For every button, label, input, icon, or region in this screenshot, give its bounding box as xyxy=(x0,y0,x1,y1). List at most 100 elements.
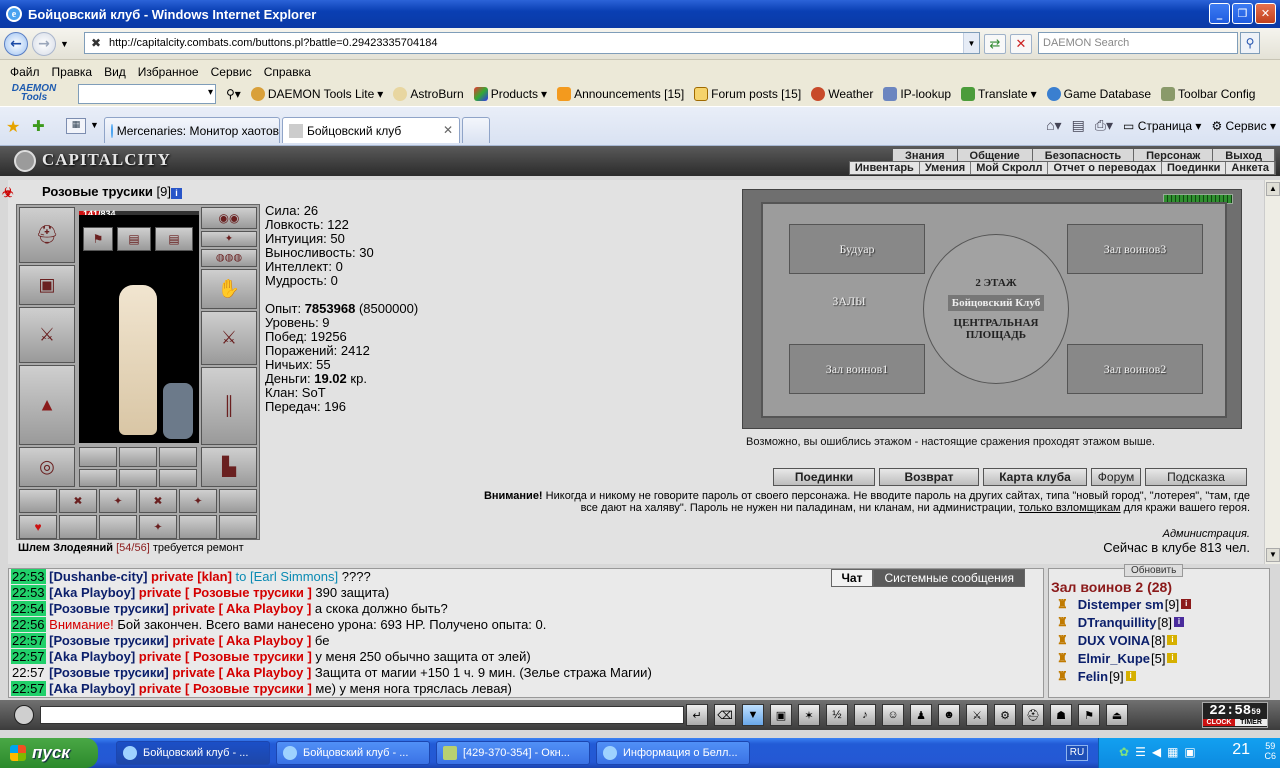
taskbar-item[interactable]: [429-370-354] - Окн... xyxy=(436,741,590,765)
belt-item-slot[interactable] xyxy=(79,447,117,467)
nav-inventory[interactable]: Инвентарь xyxy=(850,162,920,174)
toolbar-item-products[interactable]: Products ▾ xyxy=(473,87,547,101)
nav-transfer-report[interactable]: Отчет о переводах xyxy=(1048,162,1163,174)
tab-system-messages[interactable]: Системные сообщения xyxy=(873,569,1025,587)
belt-slot[interactable]: ◎ xyxy=(19,447,75,487)
smile-icon[interactable]: ☺ xyxy=(882,704,904,726)
private-message-icon[interactable]: ♜ xyxy=(1057,597,1068,611)
refresh-button[interactable]: ⇄ xyxy=(984,34,1006,54)
helmet-slot[interactable]: ⛑ xyxy=(19,207,75,263)
stop-button[interactable]: ✕ xyxy=(1010,34,1032,54)
chat-time[interactable]: 22:56 xyxy=(11,617,46,632)
info-icon[interactable]: i xyxy=(171,188,182,199)
forward-button[interactable]: → xyxy=(32,31,56,56)
scroll-slot[interactable] xyxy=(99,515,137,539)
scroll-slot[interactable] xyxy=(219,515,257,539)
return-button[interactable]: Возврат xyxy=(879,468,979,486)
toolbar-item-toolbar-config[interactable]: Toolbar Config xyxy=(1161,87,1255,101)
chat-private-target[interactable]: private [ Розовые трусики ] xyxy=(135,681,312,696)
room-warriors-hall-2[interactable]: Зал воинов2 xyxy=(1067,344,1203,394)
user-info-icon[interactable]: i xyxy=(1173,617,1184,627)
weapon-left-slot[interactable]: ⚔ xyxy=(19,307,75,363)
toolbar-item-astroburn[interactable]: AstroBurn xyxy=(393,87,464,101)
belt-item-slot[interactable] xyxy=(159,469,197,487)
chat-time[interactable]: 22:53 xyxy=(11,569,46,584)
search-input[interactable]: DAEMON Search xyxy=(1038,32,1238,54)
character-name[interactable]: ☣ Розовые трусики [9] i xyxy=(2,184,182,200)
room-halls-exit[interactable]: ЗАЛЫ xyxy=(789,292,909,310)
group-icon[interactable]: ☗ xyxy=(1050,704,1072,726)
menu-tools[interactable]: Сервис xyxy=(205,65,258,79)
user-nick[interactable]: DTranquillity xyxy=(1078,615,1157,630)
room-boudoir[interactable]: Будуар xyxy=(789,224,925,274)
helmet-icon[interactable]: ⛑ xyxy=(1022,704,1044,726)
rings-slot[interactable]: ◍◍◍ xyxy=(201,249,257,267)
toolbar-item-ip-lookup[interactable]: IP-lookup xyxy=(883,87,951,101)
toolbar-item-daemon-tools-lite[interactable]: DAEMON Tools Lite ▾ xyxy=(250,87,383,101)
page-scrollbar[interactable]: ▲ ▼ xyxy=(1264,180,1280,564)
hackers-link[interactable]: только взломщикам xyxy=(1019,502,1121,514)
add-favorite-icon[interactable]: ✚ xyxy=(32,117,45,135)
chat-nick[interactable]: [Aka Playboy] xyxy=(49,585,135,600)
home-icon[interactable]: ⌂▾ xyxy=(1046,117,1061,134)
user-info-icon[interactable]: i xyxy=(1167,653,1178,663)
toolbar-item-translate[interactable]: Translate ▾ xyxy=(961,87,1037,101)
user-list-item[interactable]: ♜ Felin [9] i xyxy=(1049,667,1269,685)
tab-mercenaries[interactable]: Mercenaries: Монитор хаотов xyxy=(104,117,280,143)
belt-item-slot[interactable] xyxy=(119,469,157,487)
icq-icon[interactable]: ✿ xyxy=(1119,745,1129,759)
toolbar-item-announcements[interactable]: Announcements [15] xyxy=(557,87,684,101)
tray-icon[interactable]: ▣ xyxy=(1184,745,1195,759)
back-button[interactable]: ← xyxy=(4,31,28,56)
music-icon[interactable]: ♪ xyxy=(854,704,876,726)
scroll-down-icon[interactable]: ▼ xyxy=(1266,548,1280,562)
settings-icon[interactable]: ⚙ xyxy=(994,704,1016,726)
network-icon[interactable]: ▦ xyxy=(1167,745,1178,759)
nav-fights[interactable]: Поединки xyxy=(1162,162,1227,174)
tab-fight-club[interactable]: Бойцовский клуб ✕ xyxy=(282,117,460,143)
smiley-face-icon[interactable] xyxy=(14,705,34,725)
chat-private-target[interactable]: private [ Розовые трусики ] xyxy=(135,649,312,664)
close-button[interactable]: ✕ xyxy=(1255,3,1276,24)
hint-button[interactable]: Подсказка xyxy=(1145,468,1247,486)
scroll-slot[interactable]: ♥ xyxy=(19,515,57,539)
chat-private-target[interactable]: private [klan] xyxy=(147,569,232,584)
send-icon[interactable]: ↵ xyxy=(686,704,708,726)
bracers-slot[interactable]: ▣ xyxy=(19,265,75,305)
chat-private-target[interactable]: private [ Розовые трусики ] xyxy=(135,585,312,600)
toolbar-item-weather[interactable]: Weather xyxy=(811,87,873,101)
filter-icon[interactable]: ▼ xyxy=(742,704,764,726)
tools-menu[interactable]: ⚙ Сервис ▾ xyxy=(1211,119,1276,133)
chat-private-target[interactable]: private [ Aka Playboy ] xyxy=(169,633,311,648)
user-nick[interactable]: Distemper sm xyxy=(1078,597,1164,612)
favorites-star-icon[interactable]: ★ xyxy=(6,117,20,137)
club-map-button[interactable]: Карта клуба xyxy=(983,468,1087,486)
user-nick[interactable]: Felin xyxy=(1078,669,1108,684)
user-icon[interactable]: ☻ xyxy=(938,704,960,726)
menu-file[interactable]: Файл xyxy=(4,65,46,79)
tab-chat[interactable]: Чат xyxy=(830,569,874,587)
quick-tabs-icon[interactable]: ▦ xyxy=(66,118,86,134)
scroll-slot[interactable] xyxy=(219,489,257,513)
new-tab-button[interactable] xyxy=(462,117,490,143)
print-icon[interactable]: ⎙▾ xyxy=(1095,117,1113,134)
start-button[interactable]: пуск xyxy=(0,738,98,768)
maximize-button[interactable]: ❐ xyxy=(1232,3,1253,24)
fight-icon[interactable]: ✶ xyxy=(798,704,820,726)
chat-private-target[interactable]: private [ Aka Playboy ] xyxy=(169,665,311,680)
belt-item-slot[interactable] xyxy=(159,447,197,467)
chat-nick[interactable]: [Aka Playboy] xyxy=(49,649,135,664)
scroll-slot[interactable] xyxy=(59,515,97,539)
tab-list-dropdown-icon[interactable]: ▼ xyxy=(90,120,99,130)
legs-slot[interactable]: ║ xyxy=(201,367,257,445)
save-icon[interactable]: ▣ xyxy=(770,704,792,726)
room-warriors-hall-1[interactable]: Зал воинов1 xyxy=(789,344,925,394)
inventory-slot[interactable]: ▤ xyxy=(117,227,151,251)
address-input[interactable]: ✖ http://capitalcity.combats.com/buttons… xyxy=(84,32,980,54)
tray-icon[interactable]: ☰ xyxy=(1135,745,1146,759)
user-list-item[interactable]: ♜ Distemper sm [9] i xyxy=(1049,595,1269,613)
tab-close-icon[interactable]: ✕ xyxy=(443,123,453,137)
scroll-slot[interactable]: ✦ xyxy=(139,515,177,539)
nav-my-scroll[interactable]: Мой Скролл xyxy=(971,162,1049,174)
user-info-icon[interactable]: i xyxy=(1167,635,1178,645)
